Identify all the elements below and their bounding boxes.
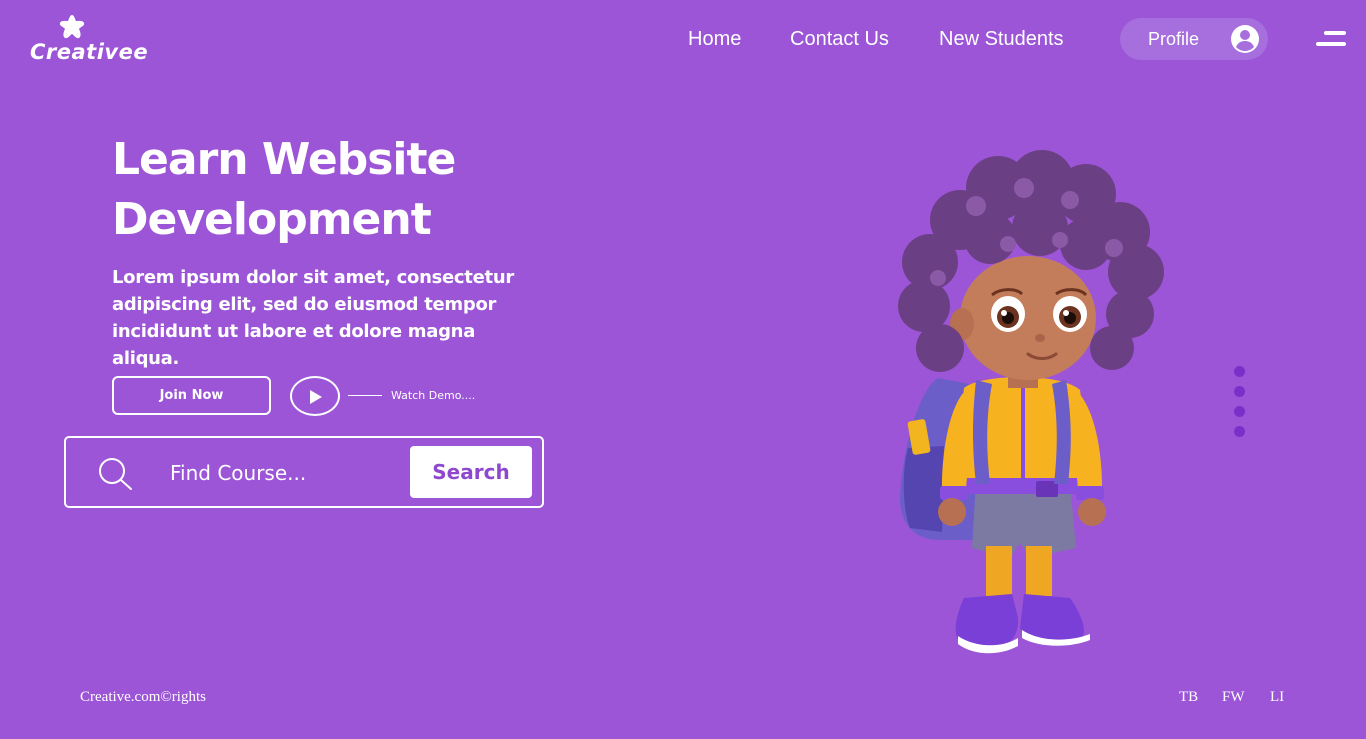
profile-label: Profile	[1148, 29, 1200, 49]
hero-title: Learn Website Development	[112, 134, 456, 245]
search-input[interactable]	[170, 456, 400, 490]
logo[interactable]: Creativee	[30, 14, 150, 70]
social-link-fw[interactable]: FW	[1222, 689, 1245, 706]
menu-icon[interactable]	[1314, 31, 1346, 49]
nav-contact-link[interactable]: Contact Us	[790, 28, 889, 51]
search-button[interactable]: Search	[410, 446, 532, 498]
carousel-dot[interactable]	[1234, 426, 1245, 437]
hero-description: Lorem ipsum dolor sit amet, consectetur …	[112, 267, 514, 369]
join-now-button[interactable]: Join Now	[112, 376, 271, 415]
nav-home-link[interactable]: Home	[688, 28, 741, 51]
course-search: Search	[64, 436, 544, 508]
divider-line	[348, 395, 382, 396]
footer-copyright: Creative.com©rights	[80, 689, 206, 705]
carousel-dot[interactable]	[1234, 366, 1245, 377]
search-icon	[99, 458, 132, 490]
carousel-dot[interactable]	[1234, 386, 1245, 397]
play-demo-button[interactable]	[290, 376, 340, 416]
star-icon	[59, 15, 85, 39]
student-character-image	[898, 150, 1164, 654]
brand-name: Creativee	[30, 40, 149, 64]
social-link-tb[interactable]: TB	[1179, 689, 1198, 706]
profile-button[interactable]: Profile	[1120, 18, 1268, 60]
nav-new-students-link[interactable]: New Students	[939, 28, 1064, 51]
play-icon	[310, 390, 322, 404]
user-circle-icon	[1231, 25, 1259, 53]
watch-demo-link[interactable]: Watch Demo....	[391, 389, 475, 402]
carousel-dots	[1234, 364, 1246, 440]
social-link-li[interactable]: LI	[1270, 689, 1284, 706]
carousel-dot[interactable]	[1234, 406, 1245, 417]
